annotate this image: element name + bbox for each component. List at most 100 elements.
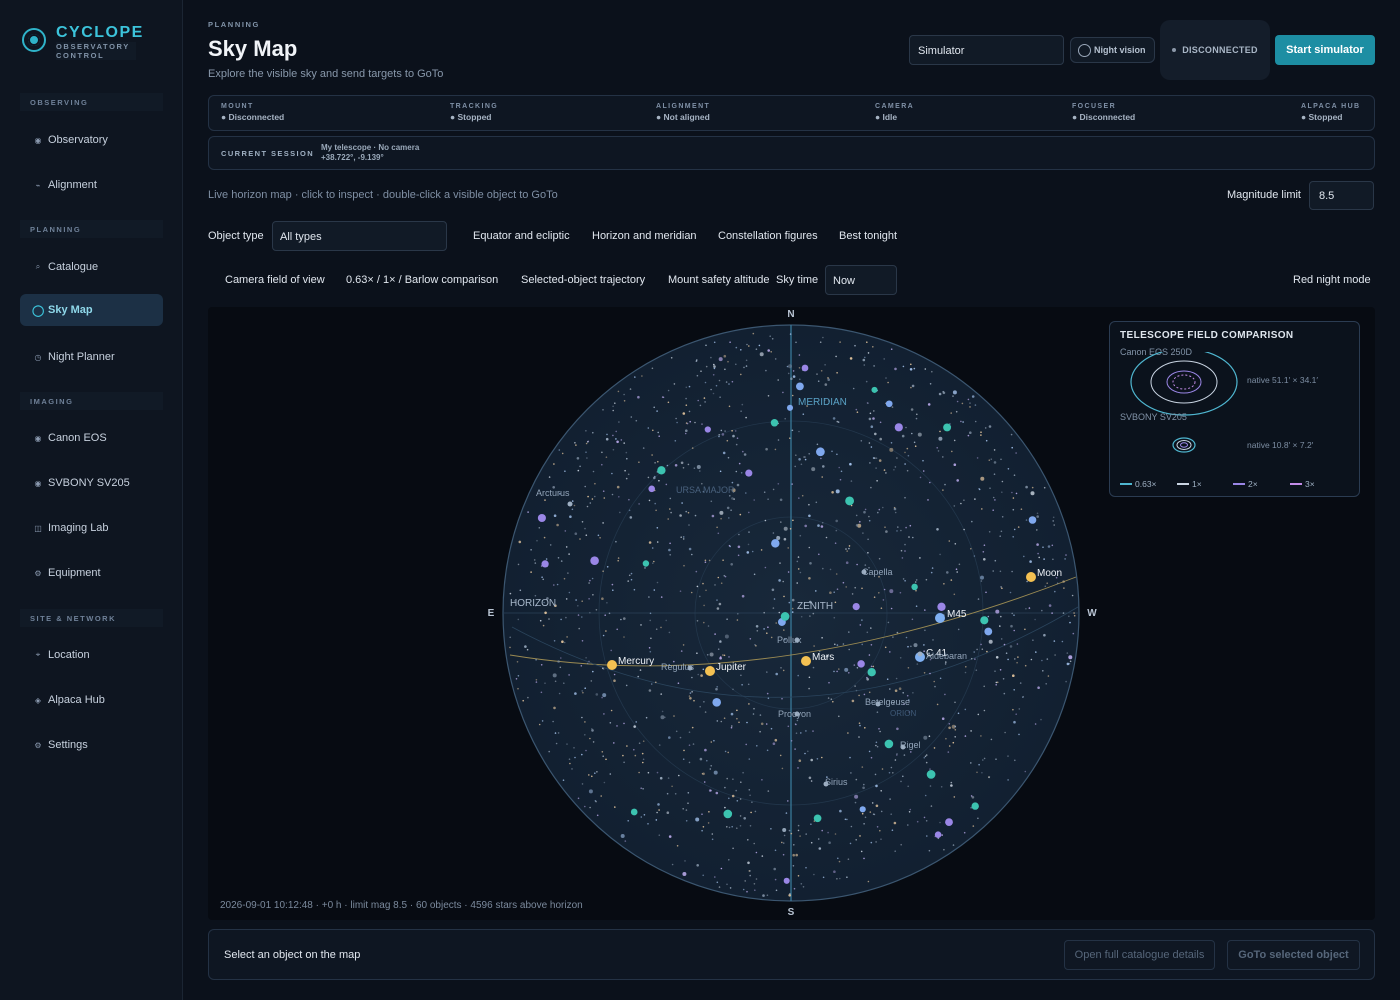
sidebar-item-alignment[interactable]: ⌁ Alignment xyxy=(20,169,163,201)
session-value: My telescope · No camera +38.722°, -9.139… xyxy=(321,143,419,163)
fov-svbony-rings xyxy=(1172,437,1196,453)
sidebar-item-imaging-lab[interactable]: ◫ Imaging Lab xyxy=(20,512,163,544)
page-title: Sky Map xyxy=(208,36,298,61)
status-value-text: Disconnected xyxy=(1079,112,1136,122)
night-vision-label: Night vision xyxy=(1094,45,1146,55)
constellation-orion: ORION xyxy=(890,709,916,718)
status-label: CAMERA xyxy=(875,103,915,110)
legend-label: 1× xyxy=(1192,479,1202,489)
sky-time-input[interactable]: Now xyxy=(825,265,897,295)
gear-icon: ⚙ xyxy=(34,740,42,750)
sidebar-item-label: Equipment xyxy=(48,567,101,579)
toggle-selected-trajectory[interactable]: Selected-object trajectory xyxy=(521,274,645,286)
start-simulator-button[interactable]: Start simulator xyxy=(1275,35,1375,65)
status-mount: MOUNT ● Disconnected xyxy=(221,103,284,122)
goto-selected-button[interactable]: GoTo selected object xyxy=(1227,940,1360,970)
night-vision-toggle[interactable]: Night vision xyxy=(1070,37,1155,63)
sidebar-item-settings[interactable]: ⚙ Settings xyxy=(20,729,163,761)
sky-object-mars[interactable] xyxy=(801,656,811,666)
equipment-icon: ⚙ xyxy=(34,568,42,578)
sky-object-label: Mercury xyxy=(618,656,654,667)
sky-object-aldebaran[interactable] xyxy=(917,651,923,657)
object-type-select[interactable]: All types xyxy=(272,221,447,251)
sidebar-item-equipment[interactable]: ⚙ Equipment xyxy=(20,557,163,589)
sidebar-item-sky-map[interactable]: ◯ Sky Map xyxy=(20,294,163,326)
status-label: ALIGNMENT xyxy=(656,103,711,110)
sky-object-moon[interactable] xyxy=(1026,572,1036,582)
sky-object-label: Betelgeuse xyxy=(865,697,910,707)
legend-swatch xyxy=(1120,483,1132,485)
sky-object-arcturus[interactable] xyxy=(567,501,573,507)
page-subtitle: Explore the visible sky and send targets… xyxy=(208,68,444,80)
toggle-mount-safety-altitude[interactable]: Mount safety altitude xyxy=(668,274,770,286)
legend-label: 0.63× xyxy=(1135,479,1157,489)
sidebar-item-label: Alignment xyxy=(48,179,97,191)
selection-bar: Select an object on the map Open full ca… xyxy=(208,929,1375,980)
horizon-label: HORIZON xyxy=(510,598,556,609)
sky-time-label: Sky time xyxy=(776,274,819,286)
connection-status-text: DISCONNECTED xyxy=(1182,45,1258,55)
brand-title: CYCLOPE xyxy=(56,24,144,41)
sidebar-item-canon-eos[interactable]: ◉ Canon EOS xyxy=(20,422,163,454)
catalogue-icon: ⌕ xyxy=(35,262,41,271)
clock-icon: ◷ xyxy=(34,352,42,362)
nav-group-site: SITE & NETWORK xyxy=(20,609,163,627)
sky-object-label: Moon xyxy=(1037,568,1062,579)
sidebar-item-label: Catalogue xyxy=(48,261,99,273)
sky-object-mercury[interactable] xyxy=(607,660,617,670)
status-value-text: Not aligned xyxy=(663,112,710,122)
toggle-constellation-figures[interactable]: Constellation figures xyxy=(718,230,818,242)
open-catalogue-details-button[interactable]: Open full catalogue details xyxy=(1064,940,1215,970)
sky-object-jupiter[interactable] xyxy=(705,666,715,676)
toggle-horizon-meridian[interactable]: Horizon and meridian xyxy=(592,230,697,242)
sidebar-item-location[interactable]: ⌖ Location xyxy=(20,639,163,671)
hub-icon: ◈ xyxy=(34,695,42,705)
toggle-camera-fov[interactable]: Camera field of view xyxy=(225,274,325,286)
sidebar-item-label: Imaging Lab xyxy=(48,522,109,534)
fov-legend-3x: 3× xyxy=(1290,479,1315,489)
page-eyebrow: PLANNING xyxy=(208,20,260,29)
sidebar-item-night-planner[interactable]: ◷ Night Planner xyxy=(20,341,163,373)
toggle-red-night-mode[interactable]: Red night mode xyxy=(1293,274,1371,286)
fov-title: TELESCOPE FIELD COMPARISON xyxy=(1120,330,1294,341)
status-value-text: Stopped xyxy=(457,112,492,122)
toggle-equator-ecliptic[interactable]: Equator and ecliptic xyxy=(473,230,570,242)
session-telescope: My telescope · No camera xyxy=(321,143,420,152)
status-alignment: ALIGNMENT ● Not aligned xyxy=(656,103,710,122)
status-value: ● Not aligned xyxy=(656,112,710,122)
current-session: CURRENT SESSION My telescope · No camera… xyxy=(208,136,1375,170)
driver-select[interactable]: Simulator xyxy=(909,35,1064,65)
status-label: FOCUSER xyxy=(1072,103,1117,110)
sidebar-item-observatory[interactable]: ◉ Observatory xyxy=(20,124,163,156)
legend-label: 2× xyxy=(1248,479,1258,489)
zenith-label: ZENITH xyxy=(797,601,833,612)
sky-object-m45[interactable] xyxy=(935,613,945,623)
sidebar-item-label: Settings xyxy=(48,739,88,751)
magnitude-limit-input[interactable]: 8.5 xyxy=(1309,181,1374,210)
fov-camera-name: SVBONY SV205 xyxy=(1120,412,1187,422)
cardinal-west: W xyxy=(1087,608,1097,619)
status-value: ● Disconnected xyxy=(221,112,285,122)
sidebar-item-catalogue[interactable]: ⌕ Catalogue xyxy=(20,251,163,283)
toggle-barlow-comparison[interactable]: 0.63× / 1× / Barlow comparison xyxy=(346,274,498,286)
connection-status: DISCONNECTED xyxy=(1160,20,1270,80)
location-icon: ⌖ xyxy=(35,650,41,659)
sidebar-item-svbony[interactable]: ◉ SVBONY SV205 xyxy=(20,467,163,499)
status-label: TRACKING xyxy=(450,103,499,110)
toggle-best-tonight[interactable]: Best tonight xyxy=(839,230,897,242)
sky-object-label: Jupiter xyxy=(716,662,747,673)
fov-legend-063: 0.63× xyxy=(1120,479,1157,489)
constellation-ursa-major: URSA MAJOR xyxy=(676,485,735,495)
status-alpaca-hub: ALPACA HUB ● Stopped xyxy=(1301,103,1361,122)
status-value: ● Stopped xyxy=(1301,112,1343,122)
sky-object-label: Procyon xyxy=(778,709,811,719)
sky-object-label: Rigel xyxy=(900,740,921,750)
fov-native-canon: native 51.1′ × 34.1′ xyxy=(1247,375,1319,385)
sidebar-item-label: SVBONY SV205 xyxy=(48,477,130,489)
sky-object-label: Pollux xyxy=(777,635,802,645)
status-label: MOUNT xyxy=(221,103,254,110)
status-value-text: Disconnected xyxy=(228,112,285,122)
status-bar: MOUNT ● Disconnected TRACKING ● Stopped AL… xyxy=(208,95,1375,131)
status-dot-icon xyxy=(1172,48,1177,52)
sidebar-item-alpaca-hub[interactable]: ◈ Alpaca Hub xyxy=(20,684,163,716)
